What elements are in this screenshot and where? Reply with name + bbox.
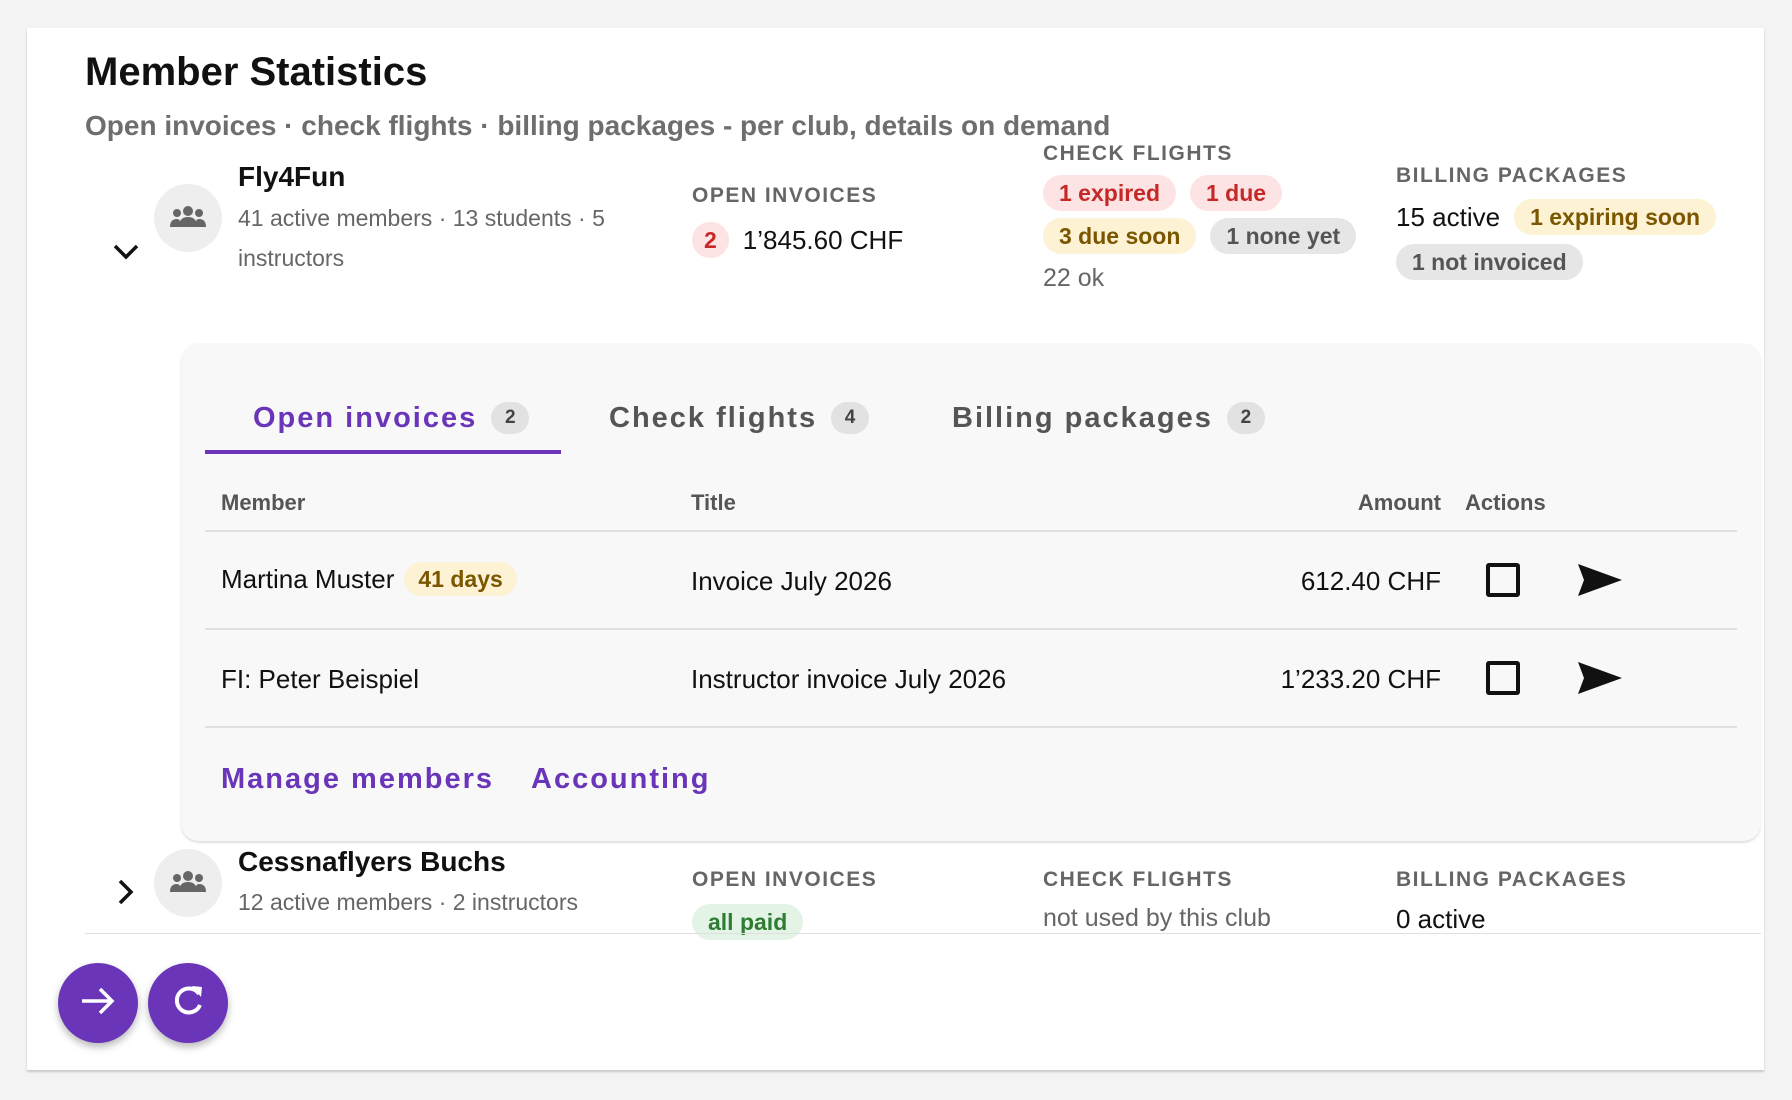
select-checkbox[interactable] <box>1486 563 1520 597</box>
table-row: Martina Muster 41 days Invoice July 2026… <box>205 532 1737 628</box>
tab-count-badge: 2 <box>491 402 530 434</box>
member-statistics-card: Member Statistics Open invoices · check … <box>27 28 1764 1070</box>
column-header-member: Member <box>221 490 306 515</box>
open-invoices-summary: 2 1’845.60 CHF <box>692 222 903 258</box>
tab-count-badge: 4 <box>831 402 870 434</box>
next-button[interactable] <box>58 963 138 1043</box>
invoice-title: Instructor invoice July 2026 <box>691 664 1007 694</box>
billing-packages-label: BILLING PACKAGES <box>1396 868 1628 891</box>
tab-check-flights[interactable]: Check flights 4 <box>609 383 870 453</box>
refresh-button[interactable] <box>148 963 228 1043</box>
tab-label: Check flights <box>609 401 818 434</box>
accounting-link[interactable]: Accounting <box>531 763 711 796</box>
all-paid-badge: all paid <box>692 904 804 940</box>
expand-toggle-fly4fun[interactable] <box>106 234 146 274</box>
group-icon <box>170 205 206 232</box>
open-invoices-total: 1’845.60 CHF <box>742 224 904 255</box>
tab-billing-packages[interactable]: Billing packages 2 <box>952 383 1265 453</box>
billing-expiring-badge: 1 expiring soon <box>1514 199 1717 235</box>
table-row: FI: Peter Beispiel Instructor invoice Ju… <box>205 630 1737 726</box>
member-name: FI: Peter Beispiel <box>221 664 419 694</box>
check-flights-chips-row1: 1 expired 1 due <box>1043 175 1283 211</box>
send-invoice-button[interactable] <box>1577 660 1623 701</box>
invoice-title: Invoice July 2026 <box>691 566 892 596</box>
open-invoices-status: all paid <box>692 904 804 940</box>
open-invoices-label: OPEN INVOICES <box>692 184 878 207</box>
billing-not-invoiced-badge: 1 not invoiced <box>1396 244 1583 280</box>
club-meta-continued: instructors <box>238 245 345 271</box>
arrow-right-icon <box>80 986 116 1021</box>
member-name: Martina Muster <box>221 563 395 594</box>
member-cell: Martina Muster 41 days <box>221 562 517 596</box>
billing-active-count: 0 active <box>1396 904 1486 934</box>
check-flights-status: not used by this club <box>1043 904 1271 932</box>
tab-label: Billing packages <box>952 401 1213 434</box>
column-header-amount: Amount <box>1357 490 1441 515</box>
tab-count-badge: 2 <box>1226 402 1265 434</box>
club-avatar <box>154 184 222 252</box>
billing-packages-label: BILLING PACKAGES <box>1396 164 1628 187</box>
check-ok-count: 22 ok <box>1043 264 1105 292</box>
select-checkbox[interactable] <box>1486 661 1520 695</box>
column-header-actions: Actions <box>1465 490 1546 515</box>
club-name: Cessnaflyers Buchs <box>238 846 506 877</box>
check-flights-label: CHECK FLIGHTS <box>1043 868 1233 891</box>
list-divider <box>85 933 1761 934</box>
open-invoices-count-badge: 2 <box>692 222 729 258</box>
column-header-title: Title <box>691 490 736 515</box>
billing-packages-row2: 1 not invoiced <box>1396 244 1583 280</box>
open-invoices-label: OPEN INVOICES <box>692 868 878 891</box>
group-icon <box>170 870 206 897</box>
send-icon <box>1577 564 1623 602</box>
tab-label: Open invoices <box>253 401 478 434</box>
active-tab-indicator <box>205 450 561 454</box>
invoice-amount: 1’233.20 CHF <box>1280 664 1441 694</box>
chevron-right-icon <box>118 879 134 910</box>
page-title: Member Statistics <box>85 50 428 94</box>
row-divider <box>205 726 1737 728</box>
club-avatar <box>154 849 222 917</box>
send-invoice-button[interactable] <box>1577 562 1623 603</box>
billing-active-count: 15 active <box>1396 201 1501 232</box>
manage-members-link[interactable]: Manage members <box>221 763 494 796</box>
billing-packages-row1: 15 active 1 expiring soon <box>1396 199 1717 235</box>
club-details-panel: Open invoices 2 Check flights 4 Billing … <box>181 343 1761 841</box>
tab-open-invoices[interactable]: Open invoices 2 <box>253 383 530 453</box>
club-name: Fly4Fun <box>238 161 346 192</box>
check-due-badge: 1 due <box>1190 175 1283 211</box>
check-due-soon-badge: 3 due soon <box>1043 218 1197 254</box>
page-subtitle: Open invoices · check flights · billing … <box>85 110 1111 141</box>
invoice-amount: 612.40 CHF <box>1300 566 1441 596</box>
expand-toggle-cessnaflyers[interactable] <box>106 874 146 914</box>
send-icon <box>1577 662 1623 700</box>
check-flights-label: CHECK FLIGHTS <box>1043 142 1233 165</box>
overdue-days-badge: 41 days <box>404 562 517 596</box>
club-meta: 41 active members · 13 students · 5 <box>238 205 605 231</box>
check-none-yet-badge: 1 none yet <box>1210 218 1357 254</box>
club-meta: 12 active members · 2 instructors <box>238 889 579 915</box>
refresh-icon <box>170 983 206 1024</box>
check-flights-chips-row2: 3 due soon 1 none yet <box>1043 218 1357 254</box>
chevron-down-icon <box>113 244 139 265</box>
check-expired-badge: 1 expired <box>1043 175 1176 211</box>
